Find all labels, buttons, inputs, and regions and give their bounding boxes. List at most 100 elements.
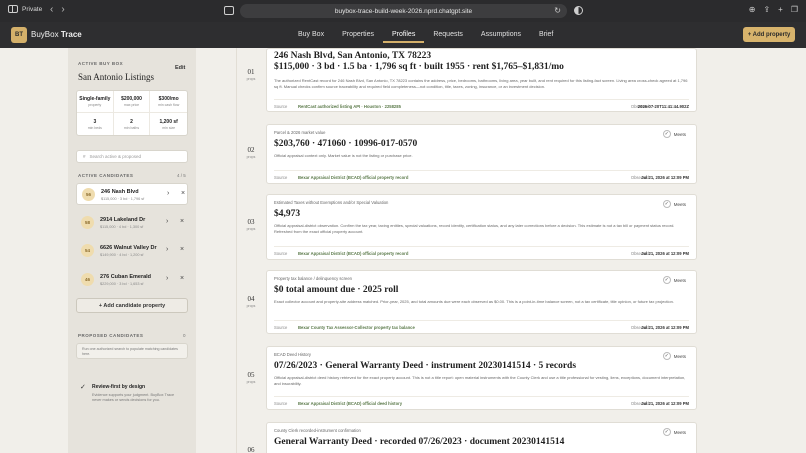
check-circle-icon: ✓: [662, 352, 671, 360]
share-icon[interactable]: ⇪: [763, 5, 770, 14]
forward-arrow-icon[interactable]: ›: [61, 4, 64, 15]
buy-box-panel: ACTIVE BUY BOX Edit San Antonio Listings…: [68, 48, 196, 453]
candidate-name: 246 Nash Blvd: [101, 189, 139, 195]
observed-timestamp: Jul 21, 2026 at 12:09 PM: [641, 325, 689, 330]
download-icon[interactable]: ⊕: [749, 5, 756, 14]
browser-chrome: Private ‹ › buybox-trace-build-week-2026…: [0, 0, 806, 22]
criteria-cash-flow: $300/mo min cash flow: [150, 91, 187, 113]
tabs-icon[interactable]: ❐: [791, 5, 798, 14]
meets-badge: ✓ Meets: [662, 130, 686, 138]
card-description: Official appraisal context only. Market …: [274, 153, 413, 158]
card-description: The authorized RentCast record for 246 N…: [274, 78, 688, 89]
privacy-shield-icon[interactable]: [574, 6, 583, 15]
url-text: buybox-trace-build-week-2026.nprd.chatgp…: [334, 7, 473, 15]
step-number: 06: [247, 446, 255, 453]
proposed-empty-state: Run one authorized search to populate ma…: [76, 343, 188, 359]
meets-badge: ✓ Meets: [662, 200, 686, 208]
candidate-item[interactable]: 58 2914 Lakeland Dr $115,000 · 4 bd · 1,…: [76, 212, 188, 234]
remove-candidate-icon[interactable]: ×: [181, 190, 185, 197]
address-bar[interactable]: buybox-trace-build-week-2026.nprd.chatgp…: [240, 4, 567, 18]
observed-timestamp: 2026-07-20T11:41:44.902Z: [637, 104, 689, 109]
check-circle-icon: ✓: [662, 130, 671, 138]
nav-buy-box[interactable]: Buy Box: [289, 29, 333, 43]
card-tag: Property tax balance / delinquency scree…: [274, 276, 352, 281]
hash-icon: #: [83, 154, 86, 159]
source-link[interactable]: Bexar Appraisal District (BCAD) official…: [298, 175, 408, 180]
candidate-meta: $115,000 · 3 bd · 1,796 sf: [101, 197, 145, 201]
card-tag: Parcel & 2026 market value: [274, 130, 326, 135]
card-title: $203,760 · 471060 · 10996-017-0570: [274, 139, 418, 149]
checkmark-icon: ✓: [80, 384, 86, 391]
criteria-max-price: $200,000 max price: [113, 91, 151, 113]
buy-box-title: San Antonio Listings: [78, 72, 155, 82]
check-circle-icon: ✓: [662, 428, 671, 436]
observed-timestamp: Jul 21, 2026 at 12:09 PM: [641, 401, 689, 406]
step-number: 02 props: [246, 146, 256, 159]
meets-badge: ✓ Meets: [662, 276, 686, 284]
card-description: Exact collector account and property-sit…: [274, 299, 674, 304]
card-footer: Source RentCast authorized listing API ·…: [274, 99, 689, 111]
chevron-right-icon[interactable]: ›: [166, 218, 168, 225]
card-description: Official appraisal-district deed history…: [274, 375, 686, 386]
chevron-right-icon[interactable]: ›: [166, 246, 168, 253]
main-nav: Buy Box Properties Profiles Requests Ass…: [289, 29, 562, 43]
edit-buy-box-button[interactable]: Edit: [175, 65, 185, 71]
card-footer: Source Bexar Appraisal District (BCAD) o…: [274, 396, 689, 408]
active-candidates-label: ACTIVE CANDIDATES: [78, 173, 134, 178]
card-title: General Warranty Deed · recorded 07/26/2…: [274, 437, 565, 447]
chevron-right-icon[interactable]: ›: [167, 190, 169, 197]
reload-icon[interactable]: ↻: [554, 6, 561, 15]
new-tab-icon[interactable]: +: [778, 5, 783, 14]
card-title: $4,973: [274, 209, 301, 219]
card-title: 07/26/2023 · General Warranty Deed · ins…: [274, 361, 577, 371]
candidate-item[interactable]: 54 6626 Walnut Valley Dr $149,900 · 4 bd…: [76, 240, 188, 262]
card-tag: Estimated Taxes without Exemptions and/o…: [274, 200, 389, 205]
candidate-item[interactable]: 56 246 Nash Blvd $115,000 · 3 bd · 1,796…: [76, 183, 188, 205]
chevron-right-icon[interactable]: ›: [166, 275, 168, 282]
tab-overview-icon[interactable]: [224, 6, 234, 15]
remove-candidate-icon[interactable]: ×: [180, 218, 184, 225]
candidate-meta: $229,000 · 3 bd · 1,653 sf: [100, 282, 144, 286]
sidebar-toggle-icon[interactable]: [8, 5, 18, 13]
browser-actions: ⊕ ⇪ + ❐: [749, 5, 798, 14]
nav-requests[interactable]: Requests: [424, 29, 472, 43]
source-link[interactable]: RentCast authorized listing API · Housto…: [298, 104, 401, 109]
meets-badge: ✓ Meets: [662, 352, 686, 360]
remove-candidate-icon[interactable]: ×: [180, 275, 184, 282]
app-header: BT BuyBox Trace Buy Box Properties Profi…: [0, 22, 806, 48]
card-title: 246 Nash Blvd, San Antonio, TX 78223: [274, 51, 432, 61]
column-divider: [236, 48, 237, 453]
candidate-search-input[interactable]: # Search active & proposed: [76, 150, 188, 163]
candidate-score: 54: [81, 244, 94, 257]
card-title: $0 total amount due · 2025 roll: [274, 285, 399, 295]
remove-candidate-icon[interactable]: ×: [180, 246, 184, 253]
back-arrow-icon[interactable]: ‹: [50, 4, 53, 15]
card-footer: Source Bexar Appraisal District (BCAD) o…: [274, 170, 689, 182]
source-link[interactable]: Bexar Appraisal District (BCAD) official…: [298, 401, 402, 406]
add-property-button[interactable]: + Add property: [743, 27, 795, 42]
candidate-name: 276 Cuban Emerald: [100, 274, 152, 280]
search-placeholder: Search active & proposed: [89, 154, 142, 159]
check-circle-icon: ✓: [662, 276, 671, 284]
app-logo: BT: [11, 27, 27, 43]
profile-card-clerk-record: County Clerk recorded-instrument confirm…: [266, 422, 697, 453]
card-subtitle: $115,000 · 3 bd · 1.5 ba · 1,796 sq ft ·…: [274, 62, 564, 72]
profile-card-listing: 246 Nash Blvd, San Antonio, TX 78223 $11…: [266, 48, 697, 112]
nav-properties[interactable]: Properties: [333, 29, 383, 43]
source-link[interactable]: Bexar Appraisal District (BCAD) official…: [298, 251, 408, 256]
add-candidate-button[interactable]: + Add candidate property: [76, 298, 188, 313]
app-brand: BuyBox Trace: [31, 30, 82, 39]
source-link[interactable]: Bexar County Tax Assessor-Collector prop…: [298, 325, 415, 330]
nav-profiles[interactable]: Profiles: [382, 29, 425, 43]
history-nav: ‹ ›: [50, 4, 65, 15]
nav-assumptions[interactable]: Assumptions: [472, 29, 530, 43]
nav-brief[interactable]: Brief: [530, 29, 562, 43]
candidate-item[interactable]: 46 276 Cuban Emerald $229,000 · 3 bd · 1…: [76, 269, 188, 291]
profile-card-taxes: Estimated Taxes without Exemptions and/o…: [266, 194, 697, 260]
private-indicator[interactable]: Private: [8, 5, 42, 13]
profile-card-tax-balance: Property tax balance / delinquency scree…: [266, 270, 697, 334]
step-number: 05 props: [246, 371, 256, 384]
card-description: Official appraisal-district observation.…: [274, 223, 675, 234]
review-description: Evidence supports your judgment. BuyBox …: [92, 393, 175, 402]
review-title: Review-first by design: [92, 384, 146, 390]
